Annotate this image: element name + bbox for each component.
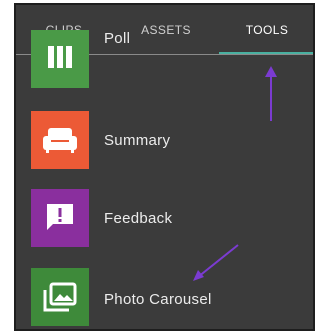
tool-label-photo-carousel: Photo Carousel	[104, 291, 212, 308]
tool-item-poll[interactable]: Poll	[16, 30, 313, 90]
tool-item-feedback[interactable]: Feedback	[16, 189, 313, 249]
tools-panel: CLIPS ASSETS TOOLS Poll	[14, 3, 315, 331]
tool-item-photo-carousel[interactable]: Photo Carousel	[16, 268, 313, 328]
tool-label-poll: Poll	[104, 30, 131, 47]
tool-label-feedback: Feedback	[104, 210, 173, 227]
tool-item-summary[interactable]: Summary	[16, 111, 313, 171]
poll-icon	[31, 30, 89, 88]
photo-carousel-icon	[31, 268, 89, 326]
sofa-icon	[31, 111, 89, 169]
feedback-icon	[31, 189, 89, 247]
tool-label-summary: Summary	[104, 132, 171, 149]
